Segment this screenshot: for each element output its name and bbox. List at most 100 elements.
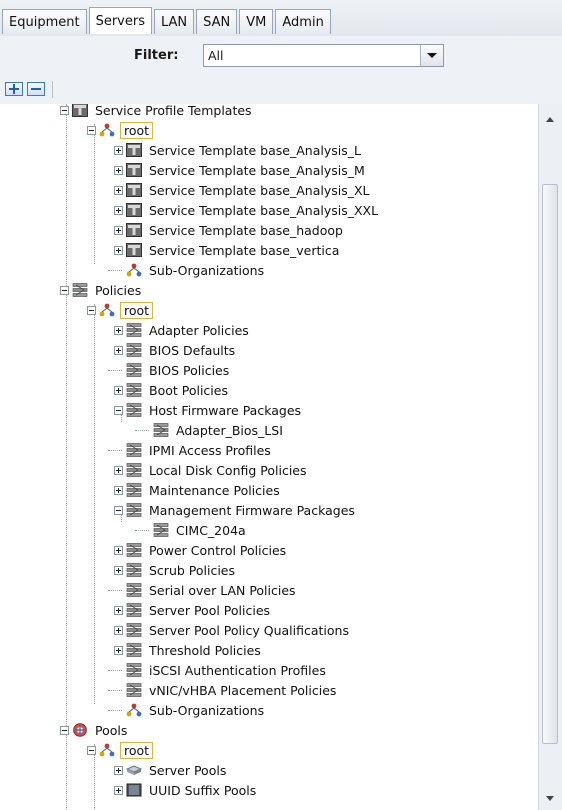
tree-node-label[interactable]: Adapter_Bios_LSI [174,423,285,438]
expand-icon[interactable] [114,645,123,655]
expand-icon[interactable] [114,605,123,615]
tree-node-label[interactable]: BIOS Policies [147,363,231,378]
tab-admin[interactable]: Admin [275,9,331,34]
collapse-icon[interactable] [87,305,96,315]
expand-icon[interactable] [114,545,123,555]
expand-all-button[interactable] [5,82,23,96]
tab-vm[interactable]: VM [239,9,274,34]
tree-node-label[interactable]: BIOS Defaults [147,343,237,358]
tree-node-uuid-suffix-pools[interactable]: UUID Suffix Pools [114,780,258,800]
tree-node-threshold-policies[interactable]: Threshold Policies [114,640,263,660]
tree-node-management-firmware-packages[interactable]: Management Firmware Packages [114,500,357,520]
tree-node-root-templates[interactable]: root [87,120,154,140]
tree-node-template-analysis-xxl[interactable]: Service Template base_Analysis_XXL [114,200,380,220]
tree-node-label[interactable]: Service Template base_hadoop [147,223,345,238]
expand-icon[interactable] [114,165,123,175]
tree-node-label[interactable]: Sub-Organizations [147,263,266,278]
tree-node-cimc-204a[interactable]: CIMC_204a [141,520,248,540]
tree-node-template-analysis-l[interactable]: Service Template base_Analysis_L [114,140,363,160]
expand-icon[interactable] [114,765,123,775]
tree-node-label[interactable]: Threshold Policies [147,643,263,658]
collapse-icon[interactable] [60,285,69,295]
tree-node-policies[interactable]: Policies [60,280,143,300]
tree-node-label[interactable]: Service Template base_vertica [147,243,341,258]
expand-icon[interactable] [114,385,123,395]
expand-icon[interactable] [114,145,123,155]
tree-node-server-pool-policy-qualifications[interactable]: Server Pool Policy Qualifications [114,620,351,640]
collapse-icon[interactable] [60,725,69,735]
scroll-down-arrow-icon[interactable] [542,791,559,807]
tree-node-sub-organizations-policies[interactable]: Sub-Organizations [114,700,266,720]
tree-node-label[interactable]: Policies [93,283,143,298]
tree-node-ipmi-access-profiles[interactable]: IPMI Access Profiles [114,440,273,460]
tree-node-sub-organizations-templates[interactable]: Sub-Organizations [114,260,266,280]
tree-node-label[interactable]: Local Disk Config Policies [147,463,309,478]
tree-node-template-analysis-xl[interactable]: Service Template base_Analysis_XL [114,180,372,200]
tree-node-iscsi-authentication-profiles[interactable]: iSCSI Authentication Profiles [114,660,328,680]
tab-equipment[interactable]: Equipment [2,9,87,34]
tree-node-label[interactable]: root [120,741,154,759]
expand-icon[interactable] [114,465,123,475]
tree-node-label[interactable]: iSCSI Authentication Profiles [147,663,328,678]
tree-node-label[interactable]: Adapter Policies [147,323,251,338]
tree-node-label[interactable]: Server Pool Policies [147,603,272,618]
tree-node-root-policies[interactable]: root [87,300,154,320]
expand-icon[interactable] [114,185,123,195]
tree-node-label[interactable]: UUID Suffix Pools [147,783,258,798]
chevron-down-icon[interactable] [420,45,443,66]
tree-node-label[interactable]: Service Template base_Analysis_XL [147,183,372,198]
scroll-up-arrow-icon[interactable] [542,112,559,128]
tree-node-adapter-policies[interactable]: Adapter Policies [114,320,251,340]
tree-node-label[interactable]: Power Control Policies [147,543,288,558]
tree-node-host-firmware-packages[interactable]: Host Firmware Packages [114,400,303,420]
collapse-icon[interactable] [114,405,123,415]
vertical-scrollbar[interactable] [538,104,562,810]
tree-node-label[interactable]: Server Pools [147,763,228,778]
filter-select[interactable]: All [203,44,444,67]
tree-node-root-pools[interactable]: root [87,740,154,760]
tree-node-label[interactable]: vNIC/vHBA Placement Policies [147,683,338,698]
tree-node-vnic-vhba-placement-policies[interactable]: vNIC/vHBA Placement Policies [114,680,338,700]
tree-node-template-hadoop[interactable]: Service Template base_hadoop [114,220,345,240]
tree-node-power-control-policies[interactable]: Power Control Policies [114,540,288,560]
tree-node-label[interactable]: Service Profile Templates [93,104,254,118]
tree-node-label[interactable]: Sub-Organizations [147,703,266,718]
tree-node-label[interactable]: Maintenance Policies [147,483,282,498]
tree-node-serial-over-lan-policies[interactable]: Serial over LAN Policies [114,580,298,600]
tree-node-label[interactable]: Host Firmware Packages [147,403,303,418]
tree-node-bios-policies[interactable]: BIOS Policies [114,360,231,380]
tree-node-label[interactable]: IPMI Access Profiles [147,443,273,458]
tree-node-template-vertica[interactable]: Service Template base_vertica [114,240,341,260]
tree-node-bios-defaults[interactable]: BIOS Defaults [114,340,237,360]
expand-icon[interactable] [114,565,123,575]
expand-icon[interactable] [114,785,123,795]
collapse-icon[interactable] [87,125,96,135]
scrollbar-thumb[interactable] [542,184,558,744]
tree-node-server-pools[interactable]: Server Pools [114,760,228,780]
tree-node-label[interactable]: Serial over LAN Policies [147,583,298,598]
tree-node-maintenance-policies[interactable]: Maintenance Policies [114,480,282,500]
tree-node-scrub-policies[interactable]: Scrub Policies [114,560,237,580]
tab-servers[interactable]: Servers [88,7,152,34]
tree-node-template-analysis-m[interactable]: Service Template base_Analysis_M [114,160,367,180]
tab-san[interactable]: SAN [196,9,238,34]
expand-icon[interactable] [114,245,123,255]
tree-node-label[interactable]: Management Firmware Packages [147,503,357,518]
tree-node-label[interactable]: Pools [93,723,129,738]
expand-icon[interactable] [114,225,123,235]
tree-node-label[interactable]: Boot Policies [147,383,230,398]
expand-icon[interactable] [114,325,123,335]
tree-node-label[interactable]: Server Pool Policy Qualifications [147,623,351,638]
tree-node-pools[interactable]: Pools [60,720,129,740]
tree-node-local-disk-config-policies[interactable]: Local Disk Config Policies [114,460,309,480]
tree-node-service-profile-templates[interactable]: Service Profile Templates [60,104,254,120]
expand-icon[interactable] [114,625,123,635]
collapse-all-button[interactable] [27,82,45,96]
collapse-icon[interactable] [87,745,96,755]
tree-node-label[interactable]: Service Template base_Analysis_M [147,163,367,178]
expand-icon[interactable] [114,345,123,355]
expand-icon[interactable] [114,205,123,215]
tab-lan[interactable]: LAN [153,9,195,34]
tree-node-label[interactable]: root [120,121,154,139]
tree-node-boot-policies[interactable]: Boot Policies [114,380,230,400]
